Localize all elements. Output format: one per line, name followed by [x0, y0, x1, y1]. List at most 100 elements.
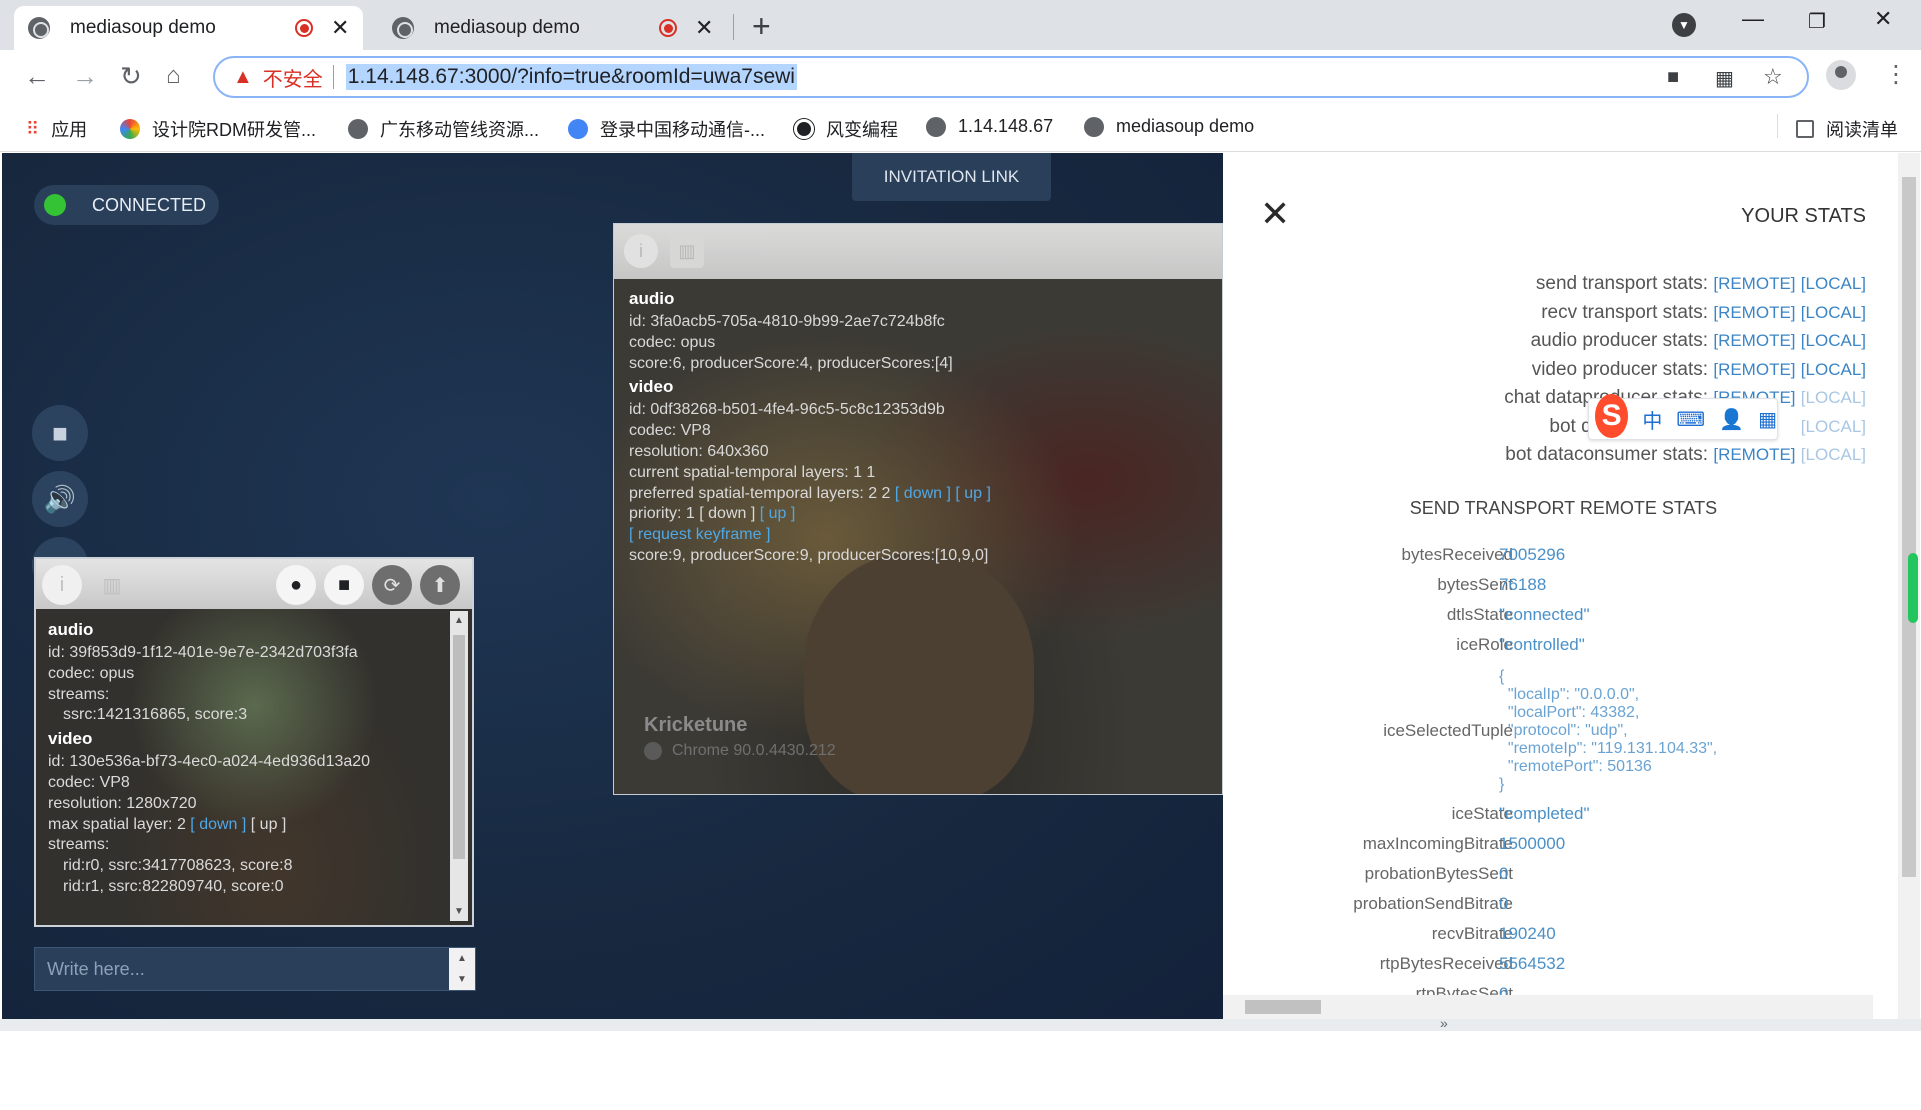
remote-link[interactable]: [REMOTE]: [1713, 360, 1795, 379]
bookmarks-bar: ⠿ 应用 设计院RDM研发管... 广东移动管线资源... 登录中国移动通信-..…: [0, 104, 1921, 152]
chat-placeholder: Write here...: [47, 958, 145, 979]
remote-video-subject: [804, 554, 1034, 794]
webcam-button[interactable]: ■: [324, 565, 364, 605]
layer-down-link[interactable]: [ down ]: [895, 485, 951, 502]
reload-icon[interactable]: ↻: [120, 61, 142, 92]
audio-producer-stats: audio producer stats: [REMOTE] [LOCAL]: [1531, 330, 1866, 352]
video-stream-r0: rid:r0, ssrc:3417708623, score:8: [63, 857, 293, 875]
local-link[interactable]: [LOCAL]: [1801, 445, 1866, 464]
video-heading: video: [629, 377, 674, 397]
stats-icon[interactable]: ▥: [92, 565, 132, 605]
current-layers: current spatial-temporal layers: 1 1: [629, 463, 876, 481]
mic-button[interactable]: ●: [276, 565, 316, 605]
restore-icon[interactable]: ❐: [1808, 9, 1826, 34]
bookmark-fengbian[interactable]: 风变编程: [794, 116, 898, 142]
toggle-audio-button[interactable]: 🔊: [32, 471, 88, 527]
local-link[interactable]: [LOCAL]: [1801, 417, 1866, 436]
scroll-down-icon[interactable]: ▼: [454, 906, 464, 917]
camera-icon[interactable]: ■: [1667, 66, 1679, 89]
remote-link[interactable]: [REMOTE]: [1713, 445, 1795, 464]
layer-up-link[interactable]: [ up ]: [955, 485, 991, 502]
sogou-logo-icon[interactable]: S: [1595, 394, 1629, 438]
info-icon[interactable]: i: [624, 234, 658, 268]
priority-down-link[interactable]: [ down ]: [699, 505, 755, 522]
change-webcam-button[interactable]: ⟳: [372, 565, 412, 605]
camera-icon: ■: [337, 573, 351, 596]
translate-icon[interactable]: ▦: [1715, 66, 1734, 91]
tab-title: mediasoup demo: [434, 17, 580, 38]
address-bar[interactable]: ▲ 不安全 1.14.148.67:3000/?info=true&roomId…: [213, 56, 1809, 98]
video-id: id: 0df38268-b501-4fe4-96c5-5c8c12353d9b: [629, 401, 945, 419]
close-window-icon[interactable]: ✕: [1874, 6, 1892, 32]
bookmark-mediasoup[interactable]: mediasoup demo: [1084, 116, 1254, 137]
audio-codec: codec: opus: [48, 664, 135, 682]
keyboard-icon[interactable]: ⌨: [1676, 407, 1705, 432]
close-stats-icon[interactable]: ✕: [1260, 193, 1290, 235]
peer-name[interactable]: Kricketune: [644, 714, 747, 737]
local-link[interactable]: [LOCAL]: [1801, 388, 1866, 407]
local-link[interactable]: [LOCAL]: [1801, 274, 1866, 293]
bookmark-apps[interactable]: ⠿ 应用: [26, 116, 87, 142]
spatial-down-link[interactable]: [ down ]: [190, 816, 246, 833]
stat-key: bytesReceived: [1401, 545, 1513, 564]
minimize-icon[interactable]: —: [1742, 6, 1764, 32]
ice-selected-tuple-value: { "localIp": "0.0.0.0", "localPort": 433…: [1499, 668, 1718, 793]
microphone-icon: ●: [289, 573, 303, 596]
home-icon[interactable]: ⌂: [166, 62, 181, 90]
new-tab-button[interactable]: +: [752, 8, 771, 45]
chat-input[interactable]: Write here... ▲ ▼: [34, 947, 476, 991]
video-heading: video: [48, 729, 93, 749]
spatial-up-link[interactable]: [ up ]: [251, 816, 287, 833]
remote-link[interactable]: [REMOTE]: [1713, 274, 1795, 293]
camera-icon: ■: [52, 417, 68, 448]
chat-spinner[interactable]: ▲ ▼: [449, 948, 475, 990]
tab-mediasoup-demo-1[interactable]: mediasoup demo ✕: [14, 6, 364, 50]
back-icon[interactable]: ←: [24, 61, 50, 92]
bookmark-ip[interactable]: 1.14.148.67: [926, 116, 1053, 137]
stat-value: "controlled": [1499, 635, 1585, 654]
ime-chinese-mode[interactable]: 中: [1642, 405, 1662, 434]
close-tab-icon[interactable]: ✕: [695, 15, 713, 41]
remote-link[interactable]: [REMOTE]: [1713, 303, 1795, 322]
url-text[interactable]: 1.14.148.67:3000/?info=true&roomId=uwa7s…: [345, 64, 797, 90]
forward-icon[interactable]: →: [72, 61, 98, 92]
local-link[interactable]: [LOCAL]: [1801, 360, 1866, 379]
tab-strip: mediasoup demo ✕ mediasoup demo ✕ + ▼ — …: [0, 0, 1921, 50]
stat-key: maxIncomingBitrate: [1362, 834, 1513, 853]
speaker-icon: 🔊: [43, 483, 77, 514]
spin-up-icon[interactable]: ▲: [457, 953, 467, 964]
request-keyframe-link[interactable]: [ request keyframe ]: [629, 525, 991, 546]
ime-toolbar[interactable]: S 中 ⌨ 👤 ▦: [1588, 394, 1778, 440]
close-tab-icon[interactable]: ✕: [331, 15, 349, 41]
bookmark-label: 1.14.148.67: [958, 116, 1054, 136]
invitation-link-button[interactable]: INVITATION LINK: [852, 153, 1051, 201]
toggle-webcam-button[interactable]: ■: [32, 405, 88, 461]
not-secure-label[interactable]: 不安全: [263, 63, 323, 92]
tab-mediasoup-demo-2[interactable]: mediasoup demo ✕: [378, 6, 727, 50]
info-icon[interactable]: i: [42, 565, 82, 605]
stats-horizontal-scrollbar[interactable]: [1223, 995, 1873, 1019]
info-scrollbar[interactable]: ▲ ▼: [450, 611, 468, 921]
remote-link[interactable]: [REMOTE]: [1713, 331, 1795, 350]
scroll-up-icon[interactable]: ▲: [454, 615, 464, 626]
share-screen-button[interactable]: ⬆: [420, 565, 460, 605]
priority-up-link[interactable]: [ up ]: [760, 505, 796, 522]
reading-list[interactable]: 阅读清单: [1796, 116, 1898, 142]
scroll-thumb[interactable]: [453, 635, 465, 859]
tab-search-icon[interactable]: ▼: [1672, 13, 1696, 37]
local-link[interactable]: [LOCAL]: [1801, 303, 1866, 322]
user-icon[interactable]: 👤: [1719, 407, 1744, 432]
bookmark-china-mobile[interactable]: 登录中国移动通信-...: [568, 116, 765, 142]
send-transport-stats: send transport stats: [REMOTE] [LOCAL]: [1536, 273, 1866, 295]
spin-down-icon[interactable]: ▼: [457, 974, 467, 985]
menu-icon[interactable]: ⋮: [1884, 60, 1908, 89]
bookmark-star-icon[interactable]: ☆: [1763, 64, 1783, 90]
scroll-thumb[interactable]: [1902, 177, 1916, 877]
scroll-thumb[interactable]: [1245, 1000, 1321, 1014]
bookmark-rdm[interactable]: 设计院RDM研发管...: [120, 116, 316, 142]
grid-icon[interactable]: ▦: [1758, 407, 1777, 432]
profile-avatar-icon[interactable]: [1826, 60, 1856, 90]
local-link[interactable]: [LOCAL]: [1801, 331, 1866, 350]
stats-icon[interactable]: ▥: [670, 234, 704, 268]
bookmark-guangdong-mobile[interactable]: 广东移动管线资源...: [348, 116, 539, 142]
